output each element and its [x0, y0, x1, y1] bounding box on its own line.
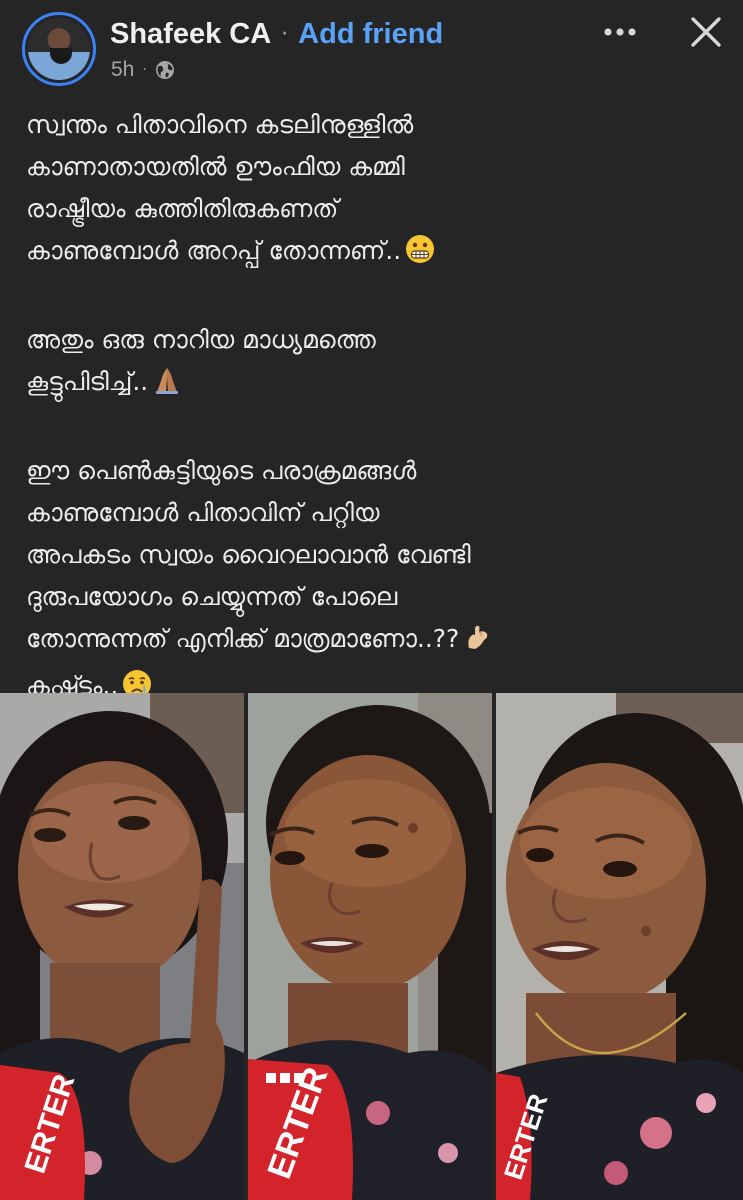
text-line: ഈ പെൺകുട്ടിയുടെ പരാക്രമങ്ങൾ	[26, 456, 417, 485]
photo-3[interactable]: ERTER	[496, 693, 743, 1200]
post-photo-collage[interactable]: ERTER ERTER ERTER	[0, 693, 743, 1200]
add-friend-button[interactable]: Add friend	[298, 18, 443, 51]
separator-dot: ·	[281, 21, 289, 47]
grimacing-face-emoji	[405, 234, 435, 277]
text-line-with-emoji: കൂട്ടുപിടിച്ച്..	[26, 361, 716, 408]
more-horizontal-icon	[604, 28, 636, 36]
pinching-hand-emoji	[463, 622, 493, 665]
text-line: കാണാതായതിൽ ഊംഫിയ കമ്മി	[26, 152, 405, 181]
post-text: സ്വന്തം പിതാവിനെ കടലിനുള്ളിൽ കാണാതായതിൽ …	[26, 104, 716, 712]
text-line: കാണുമ്പോൾ അറപ്പ് തോന്നണ്..	[26, 236, 402, 265]
photo-1[interactable]: ERTER	[0, 693, 244, 1200]
text-line: സ്വന്തം പിതാവിനെ കടലിനുള്ളിൽ	[26, 110, 414, 139]
author-row: Shafeek CA · Add friend	[110, 14, 443, 54]
text-line: കൂട്ടുപിടിച്ച്..	[26, 367, 149, 396]
text-line-with-emoji: കാണുമ്പോൾ അറപ്പ് തോന്നണ്..	[26, 230, 716, 277]
text-line: അപകടം സ്വയം വൈറലാവാൻ വേണ്ടി	[26, 540, 471, 569]
post-timestamp[interactable]: 5h	[111, 58, 134, 82]
meta-separator: ·	[142, 62, 147, 78]
text-line: അതും ഒരു നാറിയ മാധ്യമത്തെ	[26, 325, 376, 354]
text-line: രാഷ്ട്രീയം കുത്തിതിരുകണത്	[26, 194, 339, 223]
avatar[interactable]	[22, 12, 96, 86]
facebook-post-screen: Shafeek CA · Add friend 5h · സ്വന്തം പിത…	[0, 0, 743, 1200]
close-icon	[691, 17, 721, 47]
more-options-button[interactable]	[598, 16, 642, 48]
text-line: തോന്നുന്നത് എനിക്ക് മാത്രമാണോ..??	[26, 624, 460, 653]
avatar-image	[28, 18, 90, 80]
close-button[interactable]	[684, 10, 728, 54]
photo-2[interactable]: ERTER	[248, 693, 492, 1200]
globe-icon	[155, 60, 175, 80]
post-header: Shafeek CA · Add friend 5h ·	[0, 0, 743, 95]
text-line: കാണുമ്പോൾ പിതാവിന് പറ്റിയ	[26, 498, 380, 527]
text-line-with-emoji: തോന്നുന്നത് എനിക്ക് മാത്രമാണോ..??	[26, 618, 716, 665]
text-line: ദുരുപയോഗം ചെയ്യുന്നത് പോലെ	[26, 582, 398, 611]
author-name[interactable]: Shafeek CA	[110, 18, 271, 51]
post-meta: 5h ·	[111, 58, 175, 82]
folded-hands-emoji	[152, 365, 182, 408]
